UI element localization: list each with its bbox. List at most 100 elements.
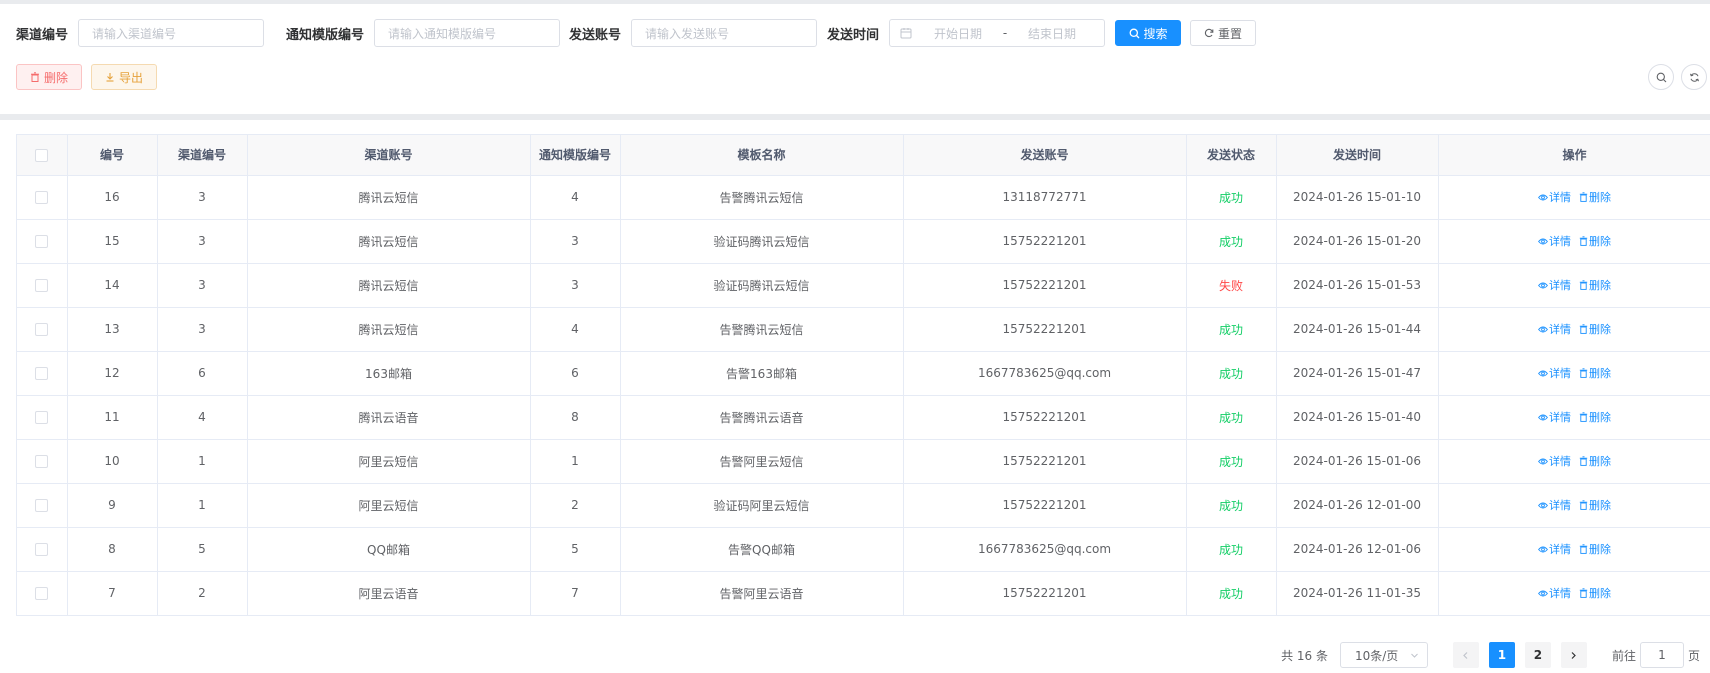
detail-link[interactable]: 详情 bbox=[1538, 191, 1571, 204]
search-icon bbox=[1656, 72, 1667, 83]
row-checkbox[interactable] bbox=[35, 499, 49, 512]
date-range-picker[interactable]: 开始日期 - 结束日期 bbox=[889, 19, 1106, 47]
row-checkbox[interactable] bbox=[35, 455, 49, 468]
row-delete-link[interactable]: 删除 bbox=[1579, 411, 1611, 424]
row-delete-link[interactable]: 删除 bbox=[1579, 543, 1611, 556]
goto-page-input[interactable]: 1 bbox=[1639, 642, 1684, 668]
refresh-table-button[interactable] bbox=[1681, 64, 1707, 90]
cell-template-no: 5 bbox=[530, 527, 621, 572]
refresh-icon bbox=[1204, 28, 1214, 38]
detail-link[interactable]: 详情 bbox=[1538, 499, 1571, 512]
cell-channel-account: 腾讯云短信 bbox=[247, 307, 531, 352]
export-button[interactable]: 导出 bbox=[91, 64, 157, 90]
detail-link[interactable]: 详情 bbox=[1538, 587, 1571, 600]
page-size-select[interactable]: 10条/页 bbox=[1339, 642, 1428, 668]
page-button-1[interactable]: 1 bbox=[1488, 642, 1515, 668]
detail-link[interactable]: 详情 bbox=[1538, 279, 1571, 292]
trash-icon bbox=[1579, 412, 1588, 422]
trash-icon bbox=[1579, 544, 1588, 554]
row-checkbox[interactable] bbox=[35, 323, 49, 336]
eye-icon bbox=[1538, 545, 1548, 554]
row-checkbox[interactable] bbox=[35, 587, 49, 600]
cell-channel-no: 4 bbox=[157, 395, 248, 440]
row-delete-link[interactable]: 删除 bbox=[1579, 279, 1611, 292]
row-checkbox[interactable] bbox=[35, 367, 49, 380]
range-separator: - bbox=[1002, 26, 1008, 40]
column-header-status[interactable]: 发送状态 bbox=[1186, 135, 1277, 176]
cell-id: 15 bbox=[67, 219, 158, 264]
row-checkbox[interactable] bbox=[35, 191, 49, 204]
cell-template-name: 告警腾讯云短信 bbox=[620, 307, 904, 352]
detail-link[interactable]: 详情 bbox=[1538, 323, 1571, 336]
cell-channel-account: 阿里云短信 bbox=[247, 439, 531, 484]
detail-link[interactable]: 详情 bbox=[1538, 367, 1571, 380]
row-delete-link[interactable]: 删除 bbox=[1579, 191, 1611, 204]
column-header-send-time[interactable]: 发送时间 bbox=[1276, 135, 1439, 176]
column-header-id[interactable]: 编号 bbox=[67, 135, 158, 176]
cell-id: 10 bbox=[67, 439, 158, 484]
cell-send-account: 1667783625@qq.com bbox=[903, 351, 1187, 396]
column-header-send-account[interactable]: 发送账号 bbox=[903, 135, 1187, 176]
cell-actions: 详情 删除 bbox=[1438, 439, 1710, 484]
cell-template-name: 告警腾讯云短信 bbox=[620, 175, 904, 220]
cell-template-name: 告警腾讯云语音 bbox=[620, 395, 904, 440]
row-delete-link[interactable]: 删除 bbox=[1579, 323, 1611, 336]
detail-link[interactable]: 详情 bbox=[1538, 543, 1571, 556]
cell-channel-account: QQ邮箱 bbox=[247, 527, 531, 572]
template-no-input[interactable]: 请输入通知模版编号 bbox=[374, 19, 561, 47]
column-header-template-name[interactable]: 模板名称 bbox=[620, 135, 904, 176]
row-delete-link-label: 删除 bbox=[1589, 499, 1611, 512]
cell-template-no: 1 bbox=[530, 439, 621, 484]
cell-send-time: 2024-01-26 15-01-40 bbox=[1276, 395, 1439, 440]
cell-template-no: 6 bbox=[530, 351, 621, 396]
trash-icon bbox=[30, 72, 40, 82]
row-delete-link[interactable]: 删除 bbox=[1579, 587, 1611, 600]
row-checkbox[interactable] bbox=[35, 235, 49, 248]
channel-no-input[interactable]: 请输入渠道编号 bbox=[78, 19, 265, 47]
detail-link[interactable]: 详情 bbox=[1538, 455, 1571, 468]
eye-icon bbox=[1538, 193, 1548, 202]
row-checkbox[interactable] bbox=[35, 279, 49, 292]
cell-actions: 详情 删除 bbox=[1438, 571, 1710, 616]
detail-link-label: 详情 bbox=[1549, 191, 1571, 204]
start-date-placeholder[interactable]: 开始日期 bbox=[922, 25, 994, 42]
search-button[interactable]: 搜索 bbox=[1115, 20, 1182, 46]
cell-template-name: 验证码腾讯云短信 bbox=[620, 263, 904, 308]
eye-icon bbox=[1538, 501, 1548, 510]
column-header-channel-account[interactable]: 渠道账号 bbox=[247, 135, 531, 176]
row-delete-link[interactable]: 删除 bbox=[1579, 455, 1611, 468]
cell-send-time: 2024-01-26 11-01-35 bbox=[1276, 571, 1439, 616]
row-checkbox[interactable] bbox=[35, 543, 49, 556]
cell-actions: 详情 删除 bbox=[1438, 351, 1710, 396]
end-date-placeholder[interactable]: 结束日期 bbox=[1016, 25, 1088, 42]
reset-button[interactable]: 重置 bbox=[1190, 20, 1257, 46]
cell-send-account: 1667783625@qq.com bbox=[903, 527, 1187, 572]
cell-channel-no: 1 bbox=[157, 439, 248, 484]
row-delete-link[interactable]: 删除 bbox=[1579, 367, 1611, 380]
select-all-checkbox[interactable] bbox=[35, 148, 49, 162]
column-header-channel-no[interactable]: 渠道编号 bbox=[157, 135, 248, 176]
delete-button[interactable]: 删除 bbox=[16, 64, 82, 90]
trash-icon bbox=[1579, 588, 1588, 598]
detail-link[interactable]: 详情 bbox=[1538, 411, 1571, 424]
detail-link-label: 详情 bbox=[1549, 455, 1571, 468]
row-checkbox[interactable] bbox=[35, 411, 49, 424]
row-delete-link[interactable]: 删除 bbox=[1579, 235, 1611, 248]
account-input[interactable]: 请输入发送账号 bbox=[631, 19, 818, 47]
search-form: 渠道编号 请输入渠道编号 通知模版编号 请输入通知模版编号 发送账号 请输入发送… bbox=[16, 18, 1257, 48]
send-time-label: 发送时间 bbox=[827, 27, 880, 43]
cell-id: 9 bbox=[67, 483, 158, 528]
table-header-row: 编号 渠道编号 渠道账号 通知模版编号 模板名称 发送账号 发送状态 发送时间 … bbox=[17, 135, 1710, 176]
page-button-2[interactable]: 2 bbox=[1524, 642, 1551, 668]
cell-send-time: 2024-01-26 15-01-10 bbox=[1276, 175, 1439, 220]
detail-link[interactable]: 详情 bbox=[1538, 235, 1571, 248]
cell-send-account: 15752221201 bbox=[903, 307, 1187, 352]
next-page-button[interactable] bbox=[1560, 642, 1587, 668]
prev-page-button[interactable] bbox=[1452, 642, 1479, 668]
row-select-cell bbox=[17, 483, 68, 528]
trash-icon bbox=[1579, 192, 1588, 202]
toggle-search-button[interactable] bbox=[1648, 64, 1674, 90]
goto-page-value: 1 bbox=[1658, 648, 1666, 662]
column-header-template-no[interactable]: 通知模版编号 bbox=[530, 135, 621, 176]
row-delete-link[interactable]: 删除 bbox=[1579, 499, 1611, 512]
